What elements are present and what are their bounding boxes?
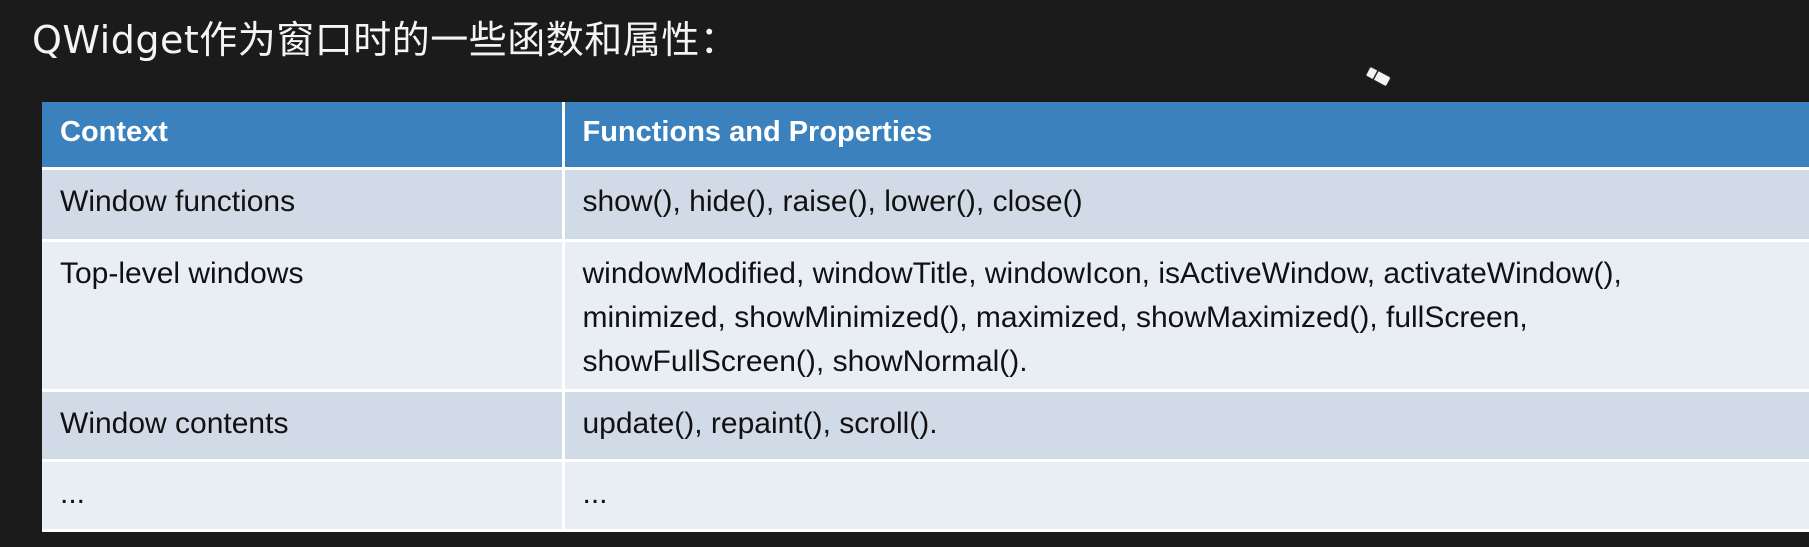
- table-row: Top-level windows windowModified, window…: [42, 240, 1809, 392]
- functions-cell: update(), repaint(), scroll().: [563, 390, 1809, 462]
- slide-title: QWidget作为窗口时的一些函数和属性：: [32, 18, 739, 62]
- functions-line: minimized, showMinimized(), maximized, s…: [582, 300, 1528, 334]
- header-functions: Functions and Properties: [563, 102, 1809, 170]
- table-row: Window functions show(), hide(), raise()…: [42, 168, 1809, 242]
- functions-line: show(), hide(), raise(), lower(), close(…: [582, 184, 1083, 218]
- functions-line: windowModified, windowTitle, windowIcon,…: [582, 256, 1622, 290]
- functions-cell: ...: [563, 460, 1809, 532]
- functions-line: update(), repaint(), scroll().: [582, 406, 938, 440]
- functions-table: Context Functions and Properties Window …: [42, 102, 1809, 532]
- context-cell: Top-level windows: [42, 240, 565, 392]
- functions-cell: show(), hide(), raise(), lower(), close(…: [563, 168, 1809, 242]
- table-row: ... ...: [42, 460, 1809, 532]
- header-context: Context: [42, 102, 565, 170]
- table-row: Window contents update(), repaint(), scr…: [42, 390, 1809, 462]
- context-cell: ...: [42, 460, 565, 532]
- functions-table-container: Context Functions and Properties Window …: [42, 102, 1809, 538]
- context-cell: Window contents: [42, 390, 565, 462]
- eraser-icon: [1365, 66, 1392, 88]
- functions-line: showFullScreen(), showNormal().: [582, 344, 1028, 378]
- context-cell: Window functions: [42, 168, 565, 242]
- functions-line: ...: [582, 476, 608, 510]
- table-header-row: Context Functions and Properties: [42, 102, 1809, 170]
- functions-cell: windowModified, windowTitle, windowIcon,…: [563, 240, 1809, 392]
